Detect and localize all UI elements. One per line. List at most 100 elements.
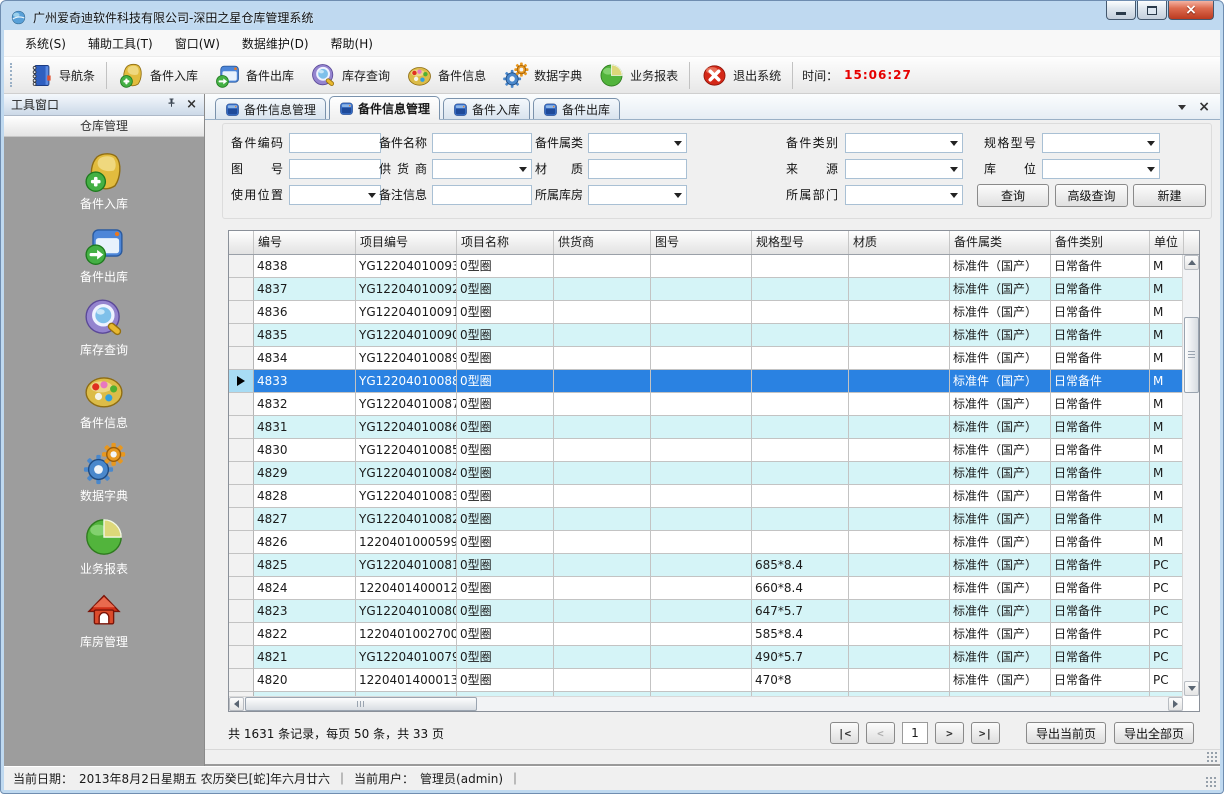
table-row-4827[interactable]: 4827YG122040100820型圈标准件（国产）日常备件M	[229, 508, 1182, 531]
sidebar-item-parts-out[interactable]: 备件出库	[80, 222, 128, 285]
toolbar-parts-in-button[interactable]: 备件入库	[110, 60, 206, 91]
minimize-button[interactable]	[1106, 1, 1136, 20]
table-row-4825[interactable]: 4825YG122040100810型圈685*8.4标准件（国产）日常备件PC	[229, 554, 1182, 577]
maximize-button[interactable]	[1137, 1, 1167, 20]
tab-3[interactable]: 备件出库	[533, 98, 620, 119]
column-header-4[interactable]: 供货商	[554, 231, 651, 254]
vertical-scroll-thumb[interactable]	[1184, 317, 1199, 393]
toolbar-data-dict-button[interactable]: 数据字典	[494, 60, 590, 91]
parts-code-input[interactable]	[289, 133, 381, 153]
scroll-up-button[interactable]	[1184, 255, 1199, 270]
toolbar-parts-info-button[interactable]: 备件信息	[398, 60, 494, 91]
tab-2[interactable]: 备件入库	[443, 98, 530, 119]
table-row-4834[interactable]: 4834YG122040100890型圈标准件（国产）日常备件M	[229, 347, 1182, 370]
usage-position-select[interactable]	[289, 185, 381, 205]
toolbar-parts-out-button[interactable]: 备件出库	[206, 60, 302, 91]
table-row-4836[interactable]: 4836YG122040100910型圈标准件（国产）日常备件M	[229, 301, 1182, 324]
prev-page-button[interactable]: <	[866, 722, 895, 744]
table-row-4835[interactable]: 4835YG122040100900型圈标准件（国产）日常备件M	[229, 324, 1182, 347]
table-row-4820[interactable]: 482012204014000130型圈470*8标准件（国产）日常备件PC	[229, 669, 1182, 692]
sidebar-item-parts-info[interactable]: 备件信息	[80, 368, 128, 431]
parts-category-select[interactable]	[845, 133, 963, 153]
menu-item-0[interactable]: 系统(S)	[14, 30, 77, 57]
parts-class-select[interactable]	[588, 133, 687, 153]
first-page-button[interactable]: |<	[830, 722, 859, 744]
query-button[interactable]: 查询	[977, 184, 1049, 207]
sidebar-item-report[interactable]: 业务报表	[80, 514, 128, 577]
new-button[interactable]: 新建	[1133, 184, 1206, 207]
table-row-4824[interactable]: 482412204014000120型圈660*8.4标准件（国产）日常备件PC	[229, 577, 1182, 600]
column-header-6[interactable]: 规格型号	[752, 231, 849, 254]
menu-item-1[interactable]: 辅助工具(T)	[77, 30, 164, 57]
remark-input[interactable]	[432, 185, 532, 205]
table-row-4829[interactable]: 4829YG122040100840型圈标准件（国产）日常备件M	[229, 462, 1182, 485]
table-row-4832[interactable]: 4832YG122040100870型圈标准件（国产）日常备件M	[229, 393, 1182, 416]
menu-item-3[interactable]: 数据维护(D)	[231, 30, 320, 57]
scroll-left-button[interactable]	[229, 697, 244, 711]
next-page-button[interactable]: >	[935, 722, 964, 744]
tab-1[interactable]: 备件信息管理	[329, 96, 440, 120]
table-row-4830[interactable]: 4830YG122040100850型圈标准件（国产）日常备件M	[229, 439, 1182, 462]
vertical-scrollbar[interactable]	[1182, 255, 1199, 696]
horizontal-scrollbar[interactable]	[229, 696, 1183, 711]
menu-item-2[interactable]: 窗口(W)	[164, 30, 231, 57]
close-button[interactable]: ×	[1168, 1, 1214, 20]
department-select[interactable]	[845, 185, 963, 205]
scroll-down-button[interactable]	[1184, 681, 1199, 696]
resize-grip-icon[interactable]	[1206, 751, 1217, 762]
column-header-5[interactable]: 图号	[651, 231, 752, 254]
material-input[interactable]	[588, 159, 687, 179]
table-row-4826[interactable]: 482612204010005990型圈标准件（国产）日常备件M	[229, 531, 1182, 554]
scroll-right-button[interactable]	[1168, 697, 1183, 711]
table-row-4831[interactable]: 4831YG122040100860型圈标准件（国产）日常备件M	[229, 416, 1182, 439]
toolbar-exit-button[interactable]: 退出系统	[693, 60, 789, 91]
location-select[interactable]	[1042, 159, 1160, 179]
parts-name-input[interactable]	[432, 133, 532, 153]
tab-0[interactable]: 备件信息管理	[215, 98, 326, 119]
menu-item-4[interactable]: 帮助(H)	[320, 30, 384, 57]
table-row-4833[interactable]: 4833YG122040100880型圈标准件（国产）日常备件M	[229, 370, 1182, 393]
column-header-1[interactable]: 编号	[254, 231, 356, 254]
supplier-select[interactable]	[432, 159, 532, 179]
export-all-pages-button[interactable]: 导出全部页	[1114, 722, 1194, 744]
sidebar-item-stock-query[interactable]: 库存查询	[80, 295, 128, 358]
advanced-query-button[interactable]: 高级查询	[1055, 184, 1128, 207]
table-row-4822[interactable]: 482212204010027000型圈585*8.4标准件（国产）日常备件PC	[229, 623, 1182, 646]
row-selector	[229, 554, 254, 577]
column-header-2[interactable]: 项目编号	[356, 231, 457, 254]
table-row-4837[interactable]: 4837YG122040100920型圈标准件（国产）日常备件M	[229, 278, 1182, 301]
sidebar-item-warehouse[interactable]: 库房管理	[80, 587, 128, 650]
drawing-no-input[interactable]	[289, 159, 381, 179]
window-icon	[225, 102, 240, 117]
export-current-page-button[interactable]: 导出当前页	[1026, 722, 1106, 744]
table-row-4828[interactable]: 4828YG122040100830型圈标准件（国产）日常备件M	[229, 485, 1182, 508]
window-icon	[453, 102, 468, 117]
pin-icon[interactable]	[165, 97, 177, 112]
toolbar-navigator-button[interactable]: 导航条	[19, 60, 103, 91]
tab-close-icon[interactable]: ×	[1198, 101, 1210, 113]
column-header-7[interactable]: 材质	[849, 231, 950, 254]
column-header-10[interactable]: 单位	[1150, 231, 1184, 254]
row-selector	[229, 508, 254, 531]
sidebar-item-parts-in[interactable]: 备件入库	[80, 149, 128, 212]
warehouse-select[interactable]	[588, 185, 687, 205]
last-page-button[interactable]: >|	[971, 722, 1000, 744]
page-number-input[interactable]: 1	[902, 722, 928, 744]
sidebar-item-data-dict[interactable]: 数据字典	[80, 441, 128, 504]
horizontal-scroll-thumb[interactable]	[245, 697, 477, 711]
window-resize-grip-icon[interactable]	[1205, 776, 1216, 787]
toolbar-stock-query-button[interactable]: 库存查询	[302, 60, 398, 91]
table-row-4823[interactable]: 4823YG122040100800型圈647*5.7标准件（国产）日常备件PC	[229, 600, 1182, 623]
column-header-3[interactable]: 项目名称	[457, 231, 554, 254]
table-row-4821[interactable]: 4821YG122040100790型圈490*5.7标准件（国产）日常备件PC	[229, 646, 1182, 669]
tab-list-dropdown-icon[interactable]	[1178, 105, 1186, 110]
row-selector	[229, 278, 254, 301]
toolbar-report-button[interactable]: 业务报表	[590, 60, 686, 91]
sidebar-close-icon[interactable]: ×	[186, 99, 197, 111]
column-header-8[interactable]: 备件属类	[950, 231, 1051, 254]
toolbar-grip[interactable]	[10, 63, 14, 87]
source-select[interactable]	[845, 159, 963, 179]
table-row-4838[interactable]: 4838YG122040100930型圈标准件（国产）日常备件M	[229, 255, 1182, 278]
column-header-9[interactable]: 备件类别	[1051, 231, 1150, 254]
spec-model-select[interactable]	[1042, 133, 1160, 153]
